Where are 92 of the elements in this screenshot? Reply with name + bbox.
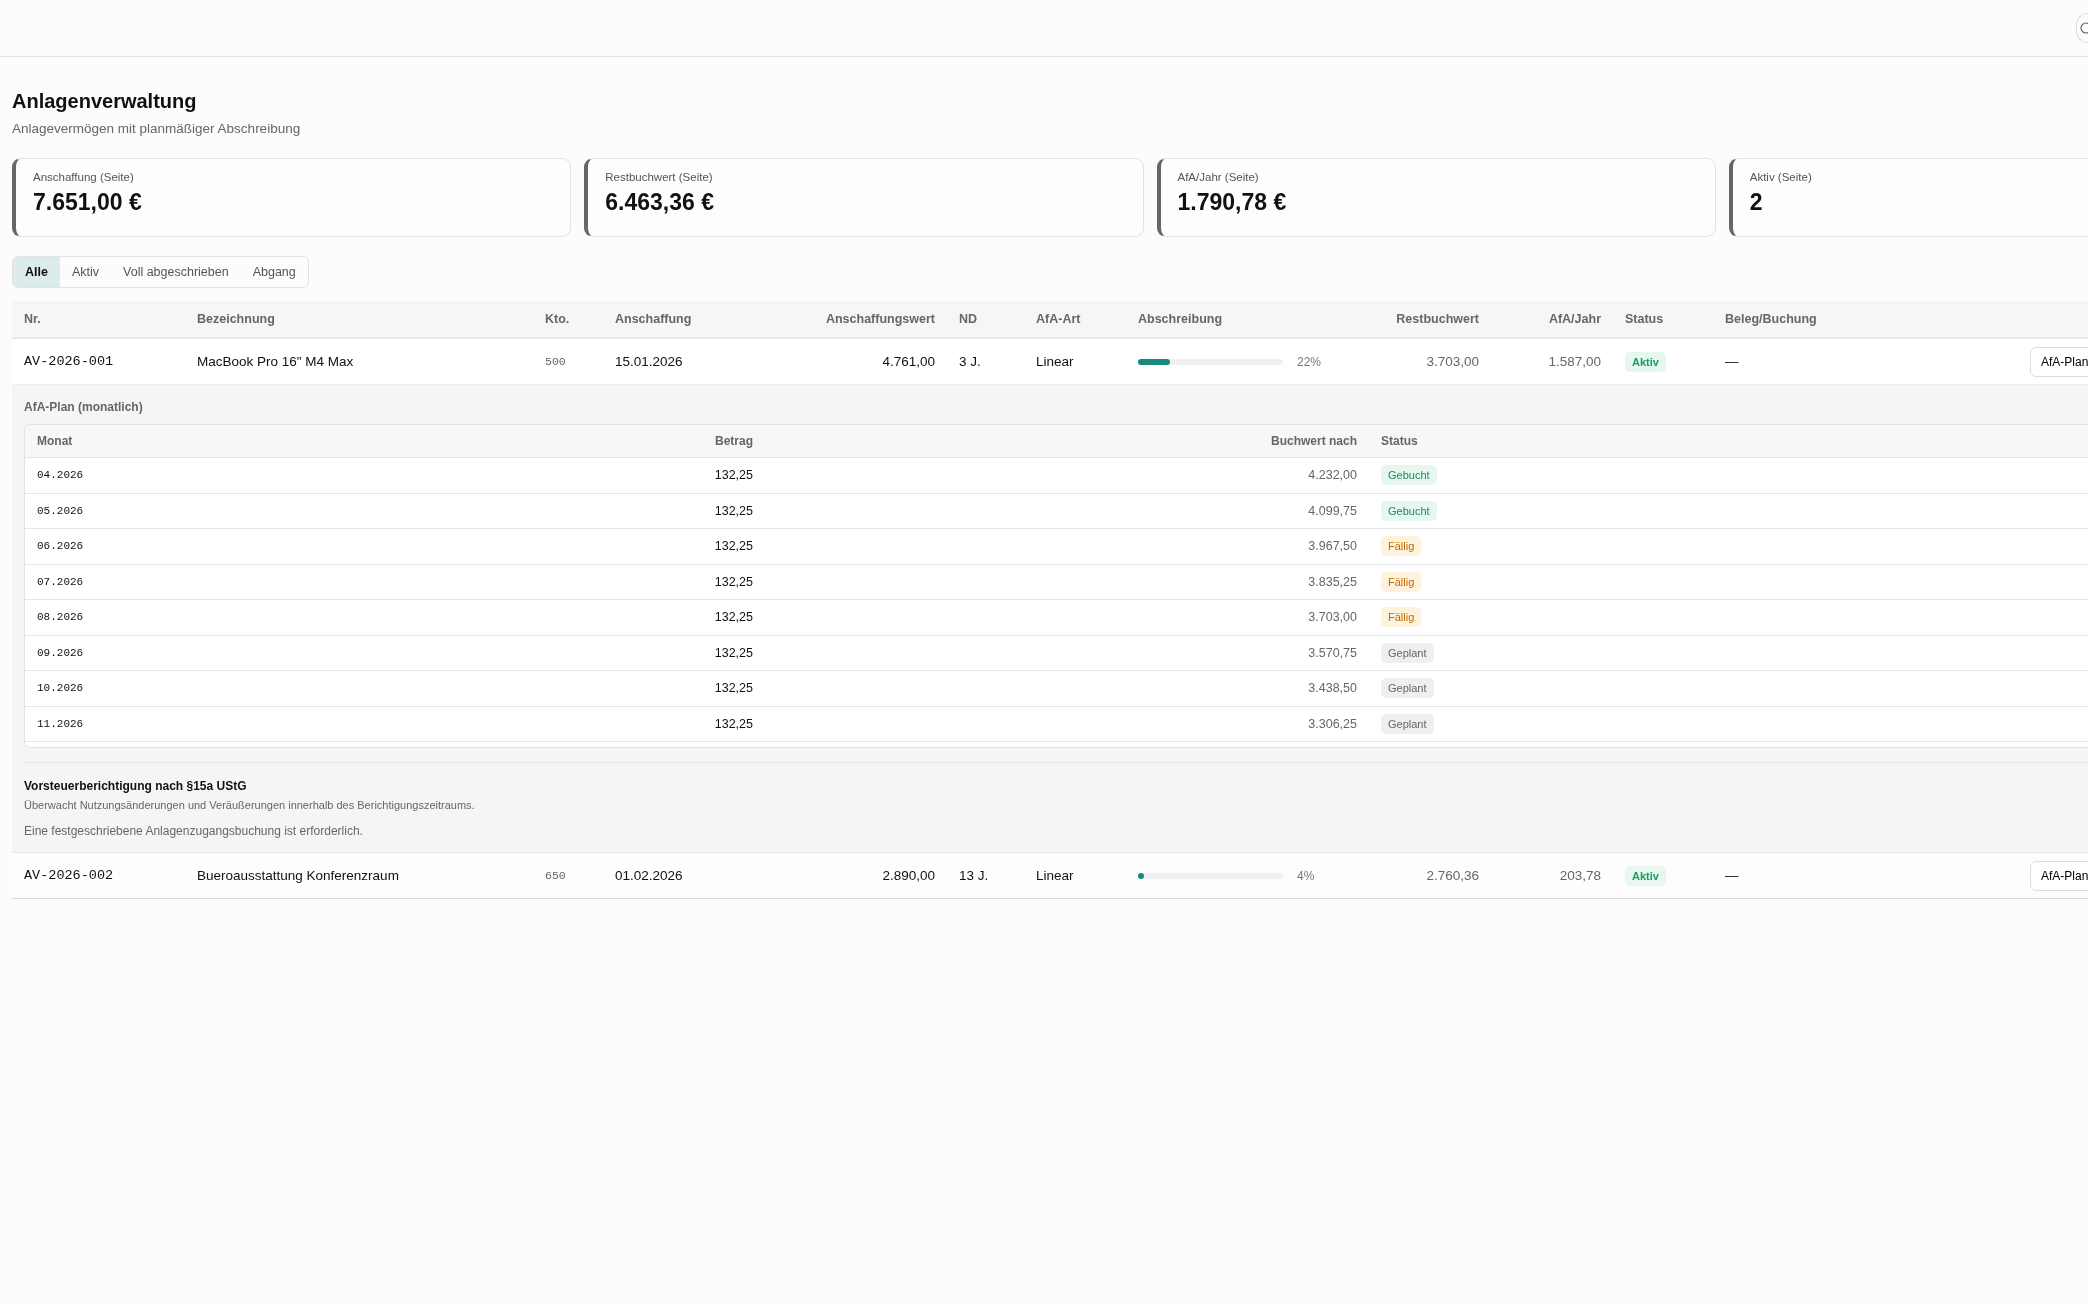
amount-cell-text: 132,25: [713, 574, 754, 589]
plan-title: AfA-Plan (monatlich): [24, 399, 144, 416]
column-header: Anschaffungswert: [824, 312, 936, 326]
acquisition-value: 4.761,00: [881, 354, 936, 369]
annual-depreciation: 203,78: [1558, 868, 1602, 883]
stat-value: 6.463,36 €: [605, 189, 715, 216]
amount-cell-text: 132,25: [713, 645, 754, 660]
stat-value: 2: [1749, 189, 1764, 216]
column-header: Bezeichnung: [196, 312, 276, 326]
status-badge: Geplant: [1381, 678, 1434, 699]
amount-cell-text: 132,25: [713, 716, 754, 731]
amount-cell-text: 132,25: [713, 681, 754, 696]
column-header: Status: [1380, 434, 1419, 448]
amount-cell-text: 132,25: [713, 539, 754, 554]
info-text: Eine festgeschriebene Anlagenzugangsbuchung ist erforderlich.: [24, 824, 364, 838]
annual-depreciation: 1.587,00: [1547, 354, 1602, 369]
column-header: Buchwert nach: [1270, 434, 1358, 448]
month-cell-text: 06.2026: [36, 540, 85, 553]
status-badge: Geplant: [1381, 642, 1434, 663]
column-header: Nr.: [23, 312, 42, 326]
useful-life: 3 J.: [958, 354, 982, 369]
account-number: 500: [544, 355, 567, 368]
amount-cell-text: 132,25: [713, 468, 754, 483]
stat-label: Aktiv (Seite): [1749, 171, 1813, 183]
column-header: ND: [958, 312, 979, 326]
filter-tab[interactable]: Alle: [13, 257, 60, 287]
column-header: Beleg/Buchung: [1724, 312, 1818, 326]
column-header: Betrag: [714, 434, 754, 448]
column-header: AfA-Art: [1035, 312, 1082, 326]
book-value-cell-text: 3.570,75: [1307, 645, 1358, 660]
acquisition-date: 01.02.2026: [614, 868, 684, 883]
book-value-cell-text: 3.438,50: [1307, 681, 1358, 696]
column-header: AfA/Jahr: [1547, 312, 1602, 326]
month-cell-text: 05.2026: [36, 504, 85, 517]
filter-tab[interactable]: Abgang: [240, 257, 308, 287]
column-header: Monat: [36, 434, 74, 448]
month-cell-text: 11.2026: [36, 717, 85, 730]
book-value-cell-text: 3.835,25: [1307, 574, 1358, 589]
stat-label: AfA/Jahr (Seite): [1177, 171, 1260, 183]
stat-value: 1.790,78 €: [1177, 189, 1288, 216]
column-header: Status: [1624, 312, 1665, 326]
stat-value: 7.651,00 €: [33, 189, 143, 216]
month-cell-text: 04.2026: [36, 469, 85, 482]
page-title: Anlagenverwaltung: [12, 90, 198, 113]
book-value-cell-text: 4.099,75: [1307, 503, 1358, 518]
asset-number: AV-2026-002: [23, 868, 115, 883]
amount-cell-text: 132,25: [713, 503, 754, 518]
status-badge: Fällig: [1381, 536, 1422, 557]
book-value: 2.760,36: [1425, 868, 1480, 883]
book-value: 3.703,00: [1425, 354, 1480, 369]
column-header: Kto.: [544, 312, 571, 326]
plan-button[interactable]: AfA-Plan: [2030, 346, 2088, 377]
book-value-cell-text: 4.232,00: [1307, 468, 1358, 483]
column-header: Abschreibung: [1137, 312, 1224, 326]
stat-label: Restbuchwert (Seite): [605, 171, 714, 183]
status-badge: Gebucht: [1381, 500, 1437, 521]
month-cell-text: 07.2026: [36, 575, 85, 588]
plan-button[interactable]: AfA-Plan: [2030, 860, 2088, 891]
section-description: Überwacht Nutzungsänderungen und Veräußerungen innerhalb des Berichtigungszeitraums.: [24, 799, 476, 811]
amount-cell-text: 132,25: [713, 610, 754, 625]
month-cell-text: 09.2026: [36, 646, 85, 659]
status-badge: Aktiv: [1625, 351, 1666, 372]
useful-life: 13 J.: [958, 868, 990, 883]
voucher-text: —: [1724, 354, 1740, 369]
depreciation-method: Linear: [1035, 354, 1075, 369]
asset-number: AV-2026-001: [23, 354, 115, 369]
status-badge: Aktiv: [1625, 865, 1666, 886]
acquisition-date: 15.01.2026: [614, 354, 684, 369]
status-badge: Fällig: [1381, 571, 1422, 592]
column-header: Anschaffung: [614, 312, 693, 326]
voucher-text: —: [1724, 868, 1740, 883]
book-value-cell-text: 3.306,25: [1307, 716, 1358, 731]
page-subtitle: Anlagevermögen mit planmäßiger Abschreibung: [12, 121, 302, 136]
column-header: Restbuchwert: [1395, 312, 1480, 326]
month-cell-text: 10.2026: [36, 682, 85, 695]
acquisition-value: 2.890,00: [881, 868, 936, 883]
percent-text: 22%: [1297, 354, 1322, 369]
filter-tab[interactable]: Aktiv: [59, 257, 112, 287]
depreciation-method: Linear: [1035, 868, 1075, 883]
asset-name: Bueroausstattung Konferenzraum: [196, 868, 400, 883]
book-value-cell-text: 3.703,00: [1307, 610, 1358, 625]
status-badge: Gebucht: [1381, 465, 1437, 486]
percent-text: 4%: [1297, 868, 1315, 883]
asset-name: MacBook Pro 16" M4 Max: [196, 354, 355, 369]
status-badge: Fällig: [1381, 607, 1422, 628]
month-cell-text: 08.2026: [36, 611, 85, 624]
stat-label: Anschaffung (Seite): [33, 171, 135, 183]
account-number: 650: [544, 869, 567, 882]
filter-tab[interactable]: Voll abgeschrieben: [111, 257, 241, 287]
status-badge: Geplant: [1381, 713, 1434, 734]
book-value-cell-text: 3.967,50: [1307, 539, 1358, 554]
section-title: Vorsteuerberichtigung nach §15a UStG: [24, 779, 248, 793]
